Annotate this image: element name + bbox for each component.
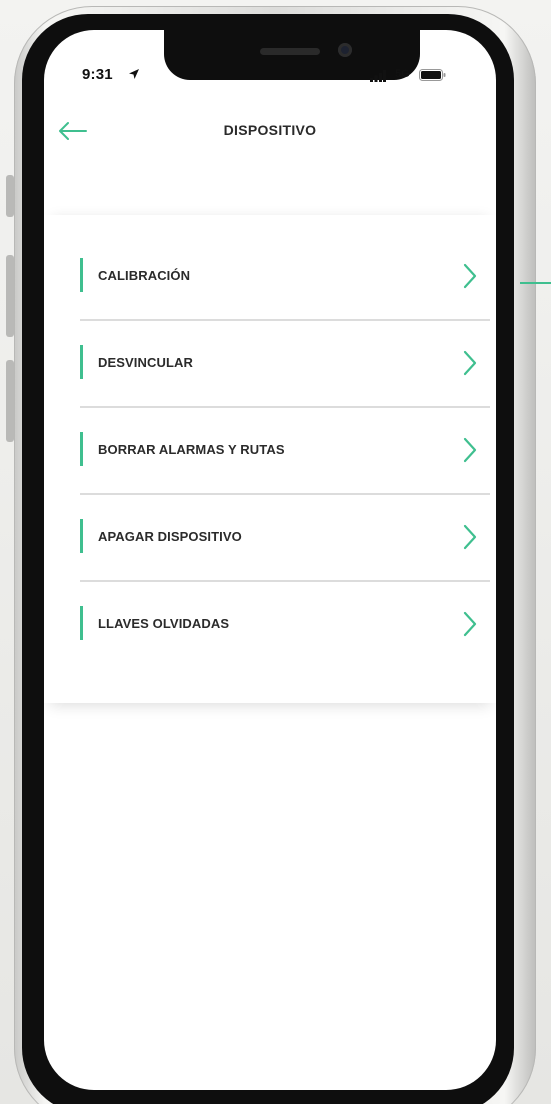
battery-icon bbox=[419, 69, 446, 81]
app-screen: 9:31 5G DISPOSITIVO CALIBRACIÓN DESVINCU… bbox=[44, 30, 496, 1090]
accent-bar bbox=[80, 258, 83, 292]
menu-item-apagar-dispositivo[interactable]: APAGAR DISPOSITIVO bbox=[80, 495, 490, 582]
menu-item-label: LLAVES OLVIDADAS bbox=[98, 616, 230, 631]
menu-list: CALIBRACIÓN DESVINCULAR BORRAR ALARMAS Y… bbox=[80, 234, 490, 669]
network-type: 5G bbox=[395, 68, 410, 80]
menu-item-label: APAGAR DISPOSITIVO bbox=[98, 529, 242, 544]
page-title: DISPOSITIVO bbox=[223, 122, 317, 138]
silent-switch bbox=[6, 175, 14, 217]
menu-item-label: CALIBRACIÓN bbox=[98, 268, 191, 283]
menu-item-borrar-alarmas-y-rutas[interactable]: BORRAR ALARMAS Y RUTAS bbox=[80, 408, 490, 495]
menu-card: CALIBRACIÓN DESVINCULAR BORRAR ALARMAS Y… bbox=[44, 215, 496, 703]
device-mockup-stage: 9:31 5G DISPOSITIVO CALIBRACIÓN DESVINCU… bbox=[0, 0, 551, 1104]
accent-bar bbox=[80, 606, 83, 640]
status-time: 9:31 bbox=[82, 66, 113, 83]
chevron-right-icon bbox=[463, 350, 477, 376]
chevron-right-icon bbox=[463, 437, 477, 463]
signal-bars-icon bbox=[370, 70, 386, 82]
chevron-right-icon bbox=[463, 263, 477, 289]
speaker-grille bbox=[260, 48, 320, 55]
menu-item-label: DESVINCULAR bbox=[98, 355, 193, 370]
accent-bar bbox=[80, 519, 83, 553]
accent-bar bbox=[80, 432, 83, 466]
chevron-right-icon bbox=[463, 524, 477, 550]
front-camera bbox=[338, 43, 352, 57]
volume-down-button bbox=[6, 360, 14, 442]
menu-item-llaves-olvidadas[interactable]: LLAVES OLVIDADAS bbox=[80, 582, 490, 669]
chevron-right-icon bbox=[463, 611, 477, 637]
location-arrow-icon bbox=[129, 69, 139, 79]
annotation-line bbox=[520, 282, 551, 284]
menu-item-calibracion[interactable]: CALIBRACIÓN bbox=[80, 234, 490, 321]
menu-item-desvincular[interactable]: DESVINCULAR bbox=[80, 321, 490, 408]
volume-up-button bbox=[6, 255, 14, 337]
accent-bar bbox=[80, 345, 83, 379]
menu-item-label: BORRAR ALARMAS Y RUTAS bbox=[98, 442, 285, 457]
